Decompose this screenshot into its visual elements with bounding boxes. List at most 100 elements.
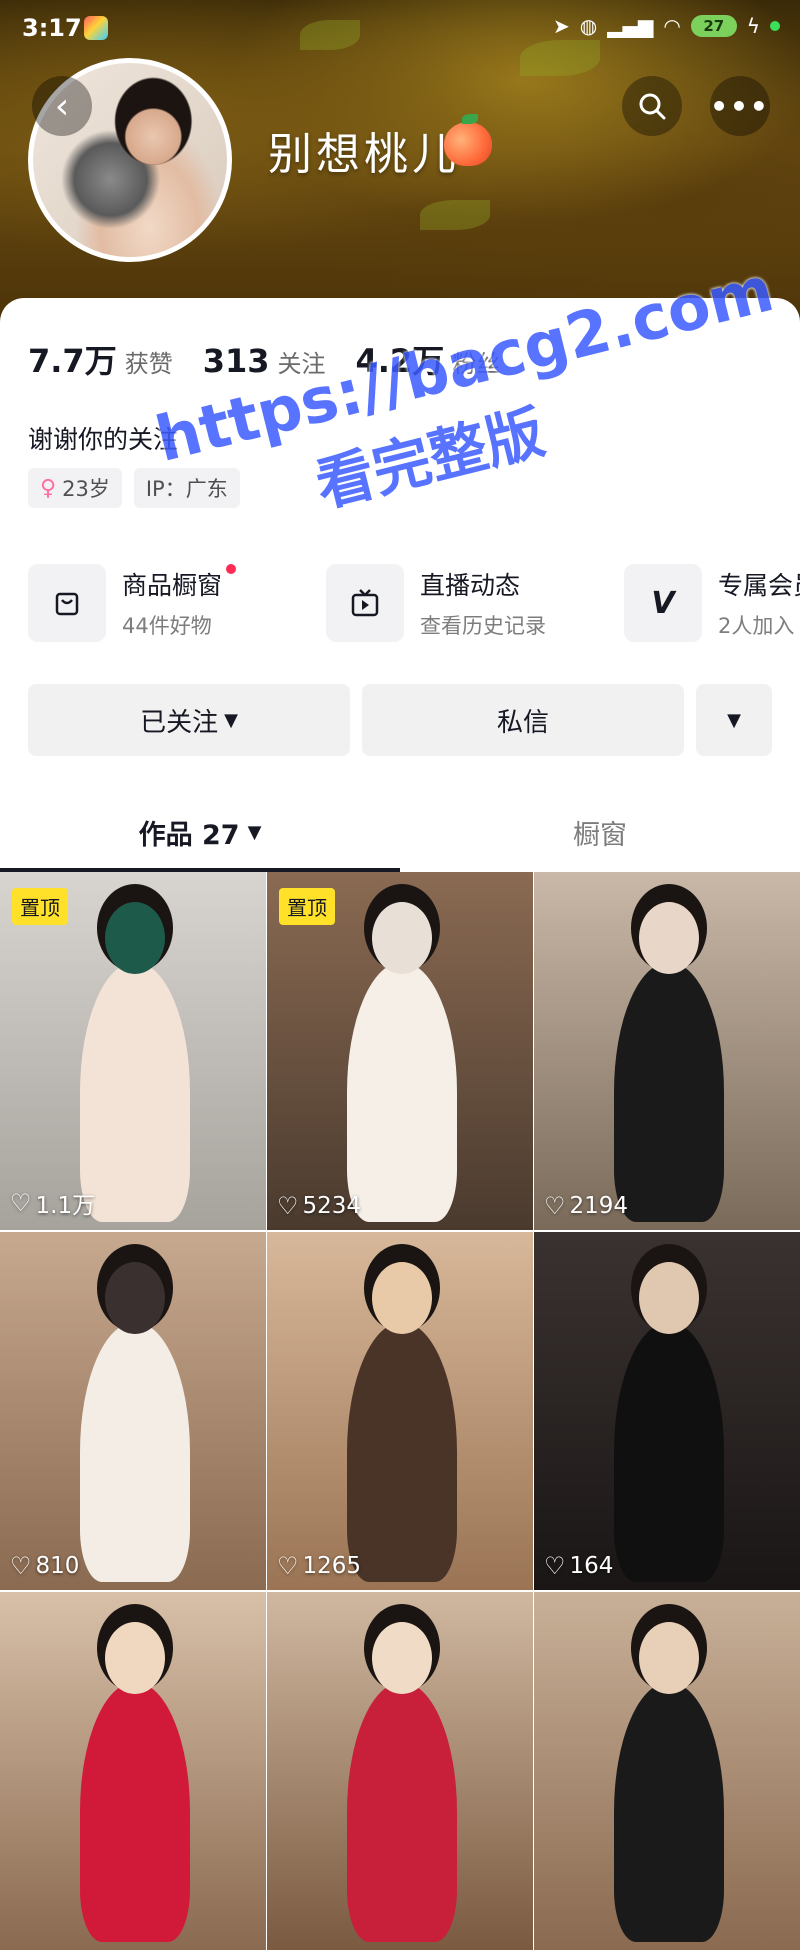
thumbnail-figure-head bbox=[372, 1262, 432, 1334]
like-count: ♡ 1265 bbox=[277, 1552, 361, 1580]
recommend-dropdown-button[interactable]: ▼ bbox=[696, 684, 772, 756]
heart-icon: ♡ bbox=[10, 1552, 32, 1580]
caret-down-icon: ▼ bbox=[224, 709, 238, 731]
thumbnail-figure bbox=[347, 1682, 457, 1942]
globe-icon: ◍ bbox=[579, 14, 598, 38]
thumbnail-figure-head bbox=[639, 1262, 699, 1334]
thumbnail-figure bbox=[80, 1682, 190, 1942]
caret-down-icon: ▼ bbox=[727, 709, 741, 731]
notification-dot bbox=[226, 564, 237, 574]
entry-shop-window[interactable]: 商品橱窗 44件好物 bbox=[28, 564, 326, 642]
tv-icon bbox=[326, 564, 404, 642]
entry-title: 商品橱窗 bbox=[122, 571, 223, 600]
message-label: 私信 bbox=[496, 707, 549, 738]
entry-subtitle: 查看历史记录 bbox=[420, 614, 546, 638]
entry-membership[interactable]: V 专属会员 2人加入 bbox=[624, 564, 800, 642]
thumbnail-figure bbox=[614, 1682, 724, 1942]
v-membership-icon: V bbox=[624, 564, 702, 642]
age-tag: ♀ 23岁 bbox=[28, 468, 122, 508]
thumbnail-figure bbox=[80, 962, 190, 1222]
video-thumbnail[interactable]: ♡ 164 bbox=[534, 1232, 800, 1590]
tab-works[interactable]: 作品 27 ▼ bbox=[0, 792, 400, 872]
followed-label: 已关注 bbox=[140, 707, 219, 738]
feature-entries: 商品橱窗 44件好物 直播动态 查看历史记录 V 专属会员 2人加入 bbox=[28, 564, 800, 642]
tab-label: 作品 27 bbox=[138, 819, 240, 851]
location-icon: ➤ bbox=[552, 14, 570, 38]
heart-icon: ♡ bbox=[544, 1192, 566, 1220]
app-notification-icon bbox=[84, 16, 108, 40]
thumbnail-figure-head bbox=[105, 902, 165, 974]
like-count-text: 5234 bbox=[302, 1193, 362, 1219]
charging-icon: ϟ bbox=[746, 14, 760, 38]
caret-down-icon: ▼ bbox=[247, 821, 262, 843]
thumbnail-figure-head bbox=[105, 1262, 165, 1334]
pinned-badge: 置顶 bbox=[279, 888, 335, 925]
entry-subtitle: 44件好物 bbox=[122, 614, 212, 638]
video-thumbnail[interactable]: ♡ 1265 bbox=[267, 1232, 533, 1590]
like-count-text: 810 bbox=[35, 1553, 80, 1579]
video-thumbnail[interactable]: 置顶 ♡ 5234 bbox=[267, 872, 533, 1230]
age-text: 23岁 bbox=[62, 477, 110, 501]
thumbnail-figure-head bbox=[372, 902, 432, 974]
tab-shop-window[interactable]: 橱窗 bbox=[400, 792, 800, 872]
stat-number: 313 bbox=[202, 342, 270, 380]
video-thumbnail[interactable] bbox=[0, 1592, 266, 1950]
pinned-badge: 置顶 bbox=[12, 888, 68, 925]
entry-live[interactable]: 直播动态 查看历史记录 bbox=[326, 564, 624, 642]
video-thumbnail[interactable]: ♡ 2194 bbox=[534, 872, 800, 1230]
profile-card: 7.7万 获赞 313 关注 4.2万 粉丝 谢谢你的关注 ♀ 23岁 IP：广… bbox=[0, 298, 800, 1950]
status-time: 3:17 bbox=[22, 14, 82, 42]
thumbnail-figure-head bbox=[105, 1622, 165, 1694]
like-count-text: 1.1万 bbox=[35, 1193, 96, 1219]
thumbnail-figure bbox=[614, 962, 724, 1222]
signal-icon: ▂▄▆ bbox=[607, 14, 654, 38]
like-count: ♡ 5234 bbox=[277, 1192, 361, 1220]
tab-label: 橱窗 bbox=[573, 819, 627, 851]
profile-actions: 已关注 ▼ 私信 ▼ bbox=[28, 684, 772, 756]
back-button[interactable]: ‹ bbox=[32, 76, 92, 136]
privacy-indicator-icon bbox=[770, 21, 780, 31]
battery-icon: 27 bbox=[690, 15, 737, 37]
banner-decoration bbox=[420, 200, 490, 230]
stat-number: 7.7万 bbox=[28, 342, 117, 380]
heart-icon: ♡ bbox=[10, 1189, 32, 1217]
video-thumbnail[interactable]: ♡ 810 bbox=[0, 1232, 266, 1590]
more-button[interactable]: ••• bbox=[710, 76, 770, 136]
thumbnail-figure bbox=[80, 1322, 190, 1582]
like-count: ♡ 2194 bbox=[544, 1192, 628, 1220]
thumbnail-figure-head bbox=[372, 1622, 432, 1694]
video-grid: 置顶 ♡ 1.1万 置顶 ♡ 5234 ♡ 2194 ♡ 810 ♡ 1265 ♡ 164 bbox=[0, 872, 800, 1950]
content-tabs: 作品 27 ▼ 橱窗 bbox=[0, 792, 800, 872]
entry-subtitle: 2人加入 bbox=[718, 614, 795, 638]
like-count: ♡ 1.1万 bbox=[10, 1186, 95, 1220]
thumbnail-figure bbox=[347, 962, 457, 1222]
video-thumbnail[interactable] bbox=[534, 1592, 800, 1950]
chevron-left-icon: ‹ bbox=[54, 85, 70, 127]
female-icon: ♀ bbox=[40, 475, 57, 501]
heart-icon: ♡ bbox=[544, 1552, 566, 1580]
status-bar: 3:17 ➤ ◍ ▂▄▆ ◠ 27 ϟ bbox=[0, 0, 800, 60]
thumbnail-figure-head bbox=[639, 1622, 699, 1694]
like-count-text: 2194 bbox=[569, 1193, 629, 1219]
message-button[interactable]: 私信 bbox=[362, 684, 684, 756]
heart-icon: ♡ bbox=[277, 1552, 299, 1580]
heart-icon: ♡ bbox=[277, 1192, 299, 1220]
thumbnail-figure-head bbox=[639, 902, 699, 974]
entry-title: 直播动态 bbox=[420, 571, 521, 600]
search-icon bbox=[639, 93, 666, 120]
more-dots-icon: ••• bbox=[710, 89, 770, 123]
like-count: ♡ 810 bbox=[10, 1552, 79, 1580]
video-thumbnail[interactable]: 置顶 ♡ 1.1万 bbox=[0, 872, 266, 1230]
profile-nickname: 别想桃儿 bbox=[268, 129, 460, 180]
stat-likes[interactable]: 7.7万 获赞 bbox=[28, 336, 173, 382]
thumbnail-figure bbox=[614, 1322, 724, 1582]
like-count-text: 1265 bbox=[302, 1553, 362, 1579]
followed-button[interactable]: 已关注 ▼ bbox=[28, 684, 350, 756]
peach-emoji-icon bbox=[444, 114, 492, 166]
thumbnail-figure bbox=[347, 1322, 457, 1582]
like-count-text: 164 bbox=[569, 1553, 614, 1579]
search-button[interactable] bbox=[622, 76, 682, 136]
video-thumbnail[interactable] bbox=[267, 1592, 533, 1950]
wifi-icon: ◠ bbox=[663, 14, 681, 38]
stat-label: 获赞 bbox=[124, 350, 173, 378]
